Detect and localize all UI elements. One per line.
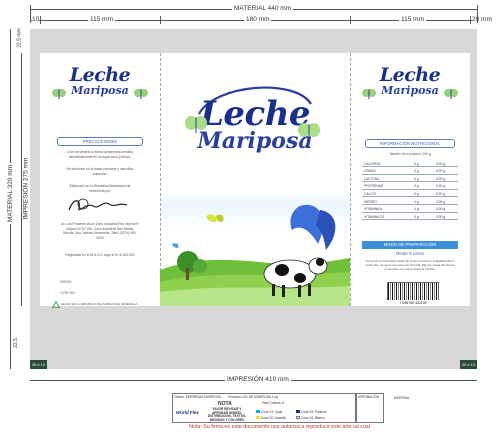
material-height-label: MATERIAL 320 mm <box>7 162 15 225</box>
color-1: Color 01: Cyan <box>256 410 282 414</box>
nutrient-per: /100 g <box>436 207 446 212</box>
nutrient-value: 0 g <box>414 161 419 166</box>
nutrient-name: PROTEÍNAS <box>364 184 384 189</box>
client-label: Cliente: EMPRESAS MARIPOSA <box>174 395 222 399</box>
color-swatch <box>296 410 300 413</box>
butterfly-icon <box>185 116 207 133</box>
fold-line <box>350 53 351 306</box>
panel-left-width-label: 115 mm <box>88 16 115 23</box>
nutrient-name: CALCIO <box>364 191 377 196</box>
nutrient-value: 0 g <box>414 199 419 204</box>
pasture-scene-illustration <box>160 204 350 306</box>
registered-text: Elaborado en la República Bolivariana de… <box>69 184 131 193</box>
portion-text: Tamaño de la porción: 100 g <box>389 152 431 156</box>
precautions-title: PRECAUCIONES <box>57 137 143 146</box>
approval-label: APROBACIÓN <box>358 395 380 399</box>
address-text: Av. Los Próceres cruce Zona Industrial R… <box>60 222 140 240</box>
butterfly-icon <box>444 89 458 99</box>
vence-label: VENCE: <box>60 280 73 284</box>
nutrient-per: /100 g <box>436 214 446 219</box>
color-2: Color 02: Amarillo <box>256 416 286 420</box>
color-swatch <box>256 410 260 413</box>
tick <box>40 16 41 24</box>
nutrition-row: CALCIO 0 g/100 g <box>362 190 458 198</box>
nutrient-per: /100 g <box>436 176 446 181</box>
nutrient-per: /100 g <box>436 184 446 189</box>
prep-text: Vierta 16 cucharaditas rasas de leche en… <box>365 259 455 271</box>
nutrition-row: VITAMINA D3 0 g/100 g <box>362 213 458 221</box>
color-4-label: Color 04: Blanco <box>301 416 325 420</box>
nutrient-value: 0 g <box>414 184 419 189</box>
nutrient-name: CALORÍAS <box>364 161 381 166</box>
precautions-text-1: Una vez abierta la bolsa conservarla cer… <box>67 150 133 159</box>
corner-mark-bottom-left: 20 x 10 <box>30 360 47 369</box>
tick <box>470 16 471 24</box>
nutrient-per: /100 g <box>436 161 446 166</box>
colors-title: Total Colores: 6 <box>262 401 285 405</box>
panel-mid-width-label: 180 mm <box>244 16 272 23</box>
prep-yield: Rinde 8 Litros <box>396 251 424 256</box>
nutrient-per: /100 g <box>436 199 446 204</box>
butterfly-icon <box>52 89 66 99</box>
nutrition-row: LACTOSA 0 g/100 g <box>362 175 458 183</box>
color-3-label: Color 03: Pantone <box>301 410 327 414</box>
tick <box>477 5 478 23</box>
nutrient-name: HIERRO <box>364 199 377 204</box>
corner-mark-bottom-right: 20 x 10 <box>460 360 477 369</box>
nutrition-row: GRASA 0 g/100 g <box>362 168 458 175</box>
nutrient-per: /100 g <box>436 169 446 174</box>
prep-title: MODO DE PREPARACIÓN <box>362 241 458 249</box>
lote-label: LOTE NO.: <box>60 291 77 295</box>
product-label: Producto: LECHE MARIPOSA 1 kg <box>228 395 278 399</box>
nutrient-value: 0 g <box>414 214 419 219</box>
material-label: MATERIAL <box>394 396 410 400</box>
legal-notice: Nota: Su firma en este documento nos aut… <box>189 424 370 430</box>
nutrient-name: VITAMINA D3 <box>364 214 385 219</box>
precautions-text-2: No introducir en la bolsa cucharas y ute… <box>66 167 134 176</box>
nutrition-row: VITAMINA A 0 g/100 g <box>362 206 458 213</box>
nutrient-value: 0 g <box>414 176 419 181</box>
impresion-height-label: IMPRESIÓN 275 mm <box>22 155 30 222</box>
butterfly-icon <box>298 123 320 140</box>
butterfly-icon <box>362 89 376 99</box>
company-name: World Flex <box>176 410 199 415</box>
tick <box>30 5 31 23</box>
signature-icon <box>68 198 128 211</box>
top-margin-label: 22,5 mm <box>16 28 23 48</box>
color-swatch <box>296 416 300 419</box>
color-2-label: Color 02: Amarillo <box>261 416 287 420</box>
color-3: Color 03: Pantone <box>296 410 327 414</box>
material-width-label: MATERIAL 440 mm <box>232 5 294 12</box>
bottom-margin-label: 22,5 <box>12 338 19 348</box>
nutrient-name: LACTOSA <box>364 176 380 181</box>
registered-number: Registrado en el M.S.D.S. bajo el Nº A-0… <box>65 253 135 257</box>
margin-left-label: 10 <box>32 16 40 23</box>
nutrition-row: HIERRO 0 g/100 g <box>362 198 458 205</box>
nutrient-per: /100 g <box>436 191 446 196</box>
color-1-label: Color 01: Cyan <box>261 410 283 414</box>
nutrient-value: 0 g <box>414 169 419 174</box>
nutrition-row: CALORÍAS 0 g/100 g <box>362 160 458 167</box>
nutrient-value: 0 g <box>414 207 419 212</box>
color-swatch <box>256 416 260 419</box>
butterfly-icon <box>134 89 148 99</box>
tick <box>160 16 161 24</box>
color-4: Color 04: Blanco <box>296 416 325 420</box>
impresion-width-label: IMPRESIÓN 410 mm <box>225 376 291 383</box>
nota-text: FAVOR REVISAR Y APROBAR DISEÑO, DISTRIBU… <box>207 407 247 422</box>
nutrition-title: INFORMACIÓN NUTRICIONAL <box>365 139 455 148</box>
recycle-text: HECHO EN LA REPÚBLICA BOLIVARIANA DE VEN… <box>61 302 138 306</box>
recycle-icon <box>52 301 60 308</box>
margin-right-label: 20 mm <box>472 16 492 23</box>
tick <box>350 16 351 24</box>
brand-leche-text-right: Leche <box>379 64 441 86</box>
nutrient-name: GRASA <box>364 169 376 174</box>
barcode-number: 7 598765 432100 <box>387 300 439 306</box>
nutrition-row: PROTEÍNAS 0 g/100 g <box>362 183 458 190</box>
panel-right-width-label: 115 mm <box>399 16 426 23</box>
nutrient-value: 0 g <box>414 191 419 196</box>
nutrient-name: VITAMINA A <box>364 207 383 212</box>
brand-leche-text: Leche <box>69 64 131 86</box>
